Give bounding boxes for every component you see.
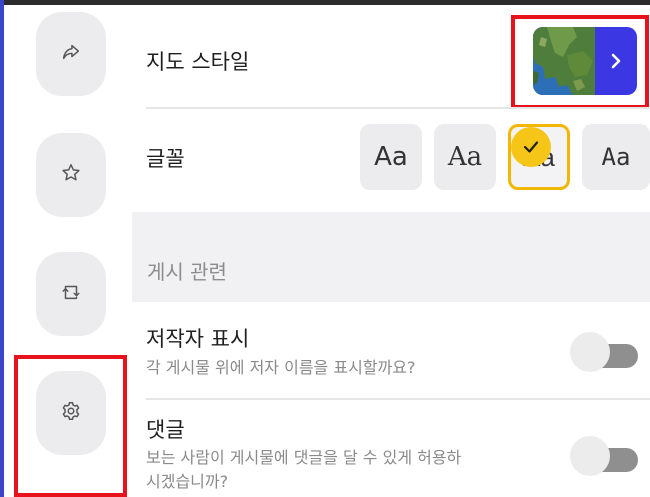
share-icon xyxy=(60,41,82,67)
section-header-label: 게시 관련 xyxy=(147,260,227,284)
map-style-label: 지도 스타일 xyxy=(146,50,250,74)
show-author-toggle[interactable] xyxy=(570,332,638,372)
font-option-sans[interactable]: Aa xyxy=(360,124,422,190)
divider xyxy=(146,107,650,109)
star-icon xyxy=(60,162,82,188)
toggle-knob xyxy=(570,332,610,372)
share-button[interactable] xyxy=(36,12,106,96)
divider xyxy=(146,398,650,400)
comments-description-line2: 시겠습니까? xyxy=(146,472,229,491)
show-author-title: 저작자 표시 xyxy=(146,327,250,351)
checkmark-icon xyxy=(511,127,551,167)
comments-description-line1: 보는 사람이 게시물에 댓글을 달 수 있게 허용하 xyxy=(146,448,462,467)
font-option-serif[interactable]: Aa xyxy=(434,124,496,190)
show-author-description: 각 게시물 위에 저자 이름을 표시할까요? xyxy=(146,358,416,377)
settings-button-highlight xyxy=(14,355,127,497)
toggle-knob xyxy=(570,436,610,476)
comments-toggle[interactable] xyxy=(570,436,638,476)
section-header-posting: 게시 관련 xyxy=(132,212,650,302)
window-left-edge xyxy=(0,0,4,497)
font-label: 글꼴 xyxy=(146,147,185,171)
font-option-mono[interactable]: Aa xyxy=(582,124,650,190)
map-style-highlight xyxy=(511,15,649,109)
favorite-button[interactable] xyxy=(36,133,106,217)
repost-button[interactable] xyxy=(36,252,106,336)
window-top-edge xyxy=(0,0,650,5)
repeat-icon xyxy=(60,281,82,307)
comments-title: 댓글 xyxy=(146,418,185,442)
